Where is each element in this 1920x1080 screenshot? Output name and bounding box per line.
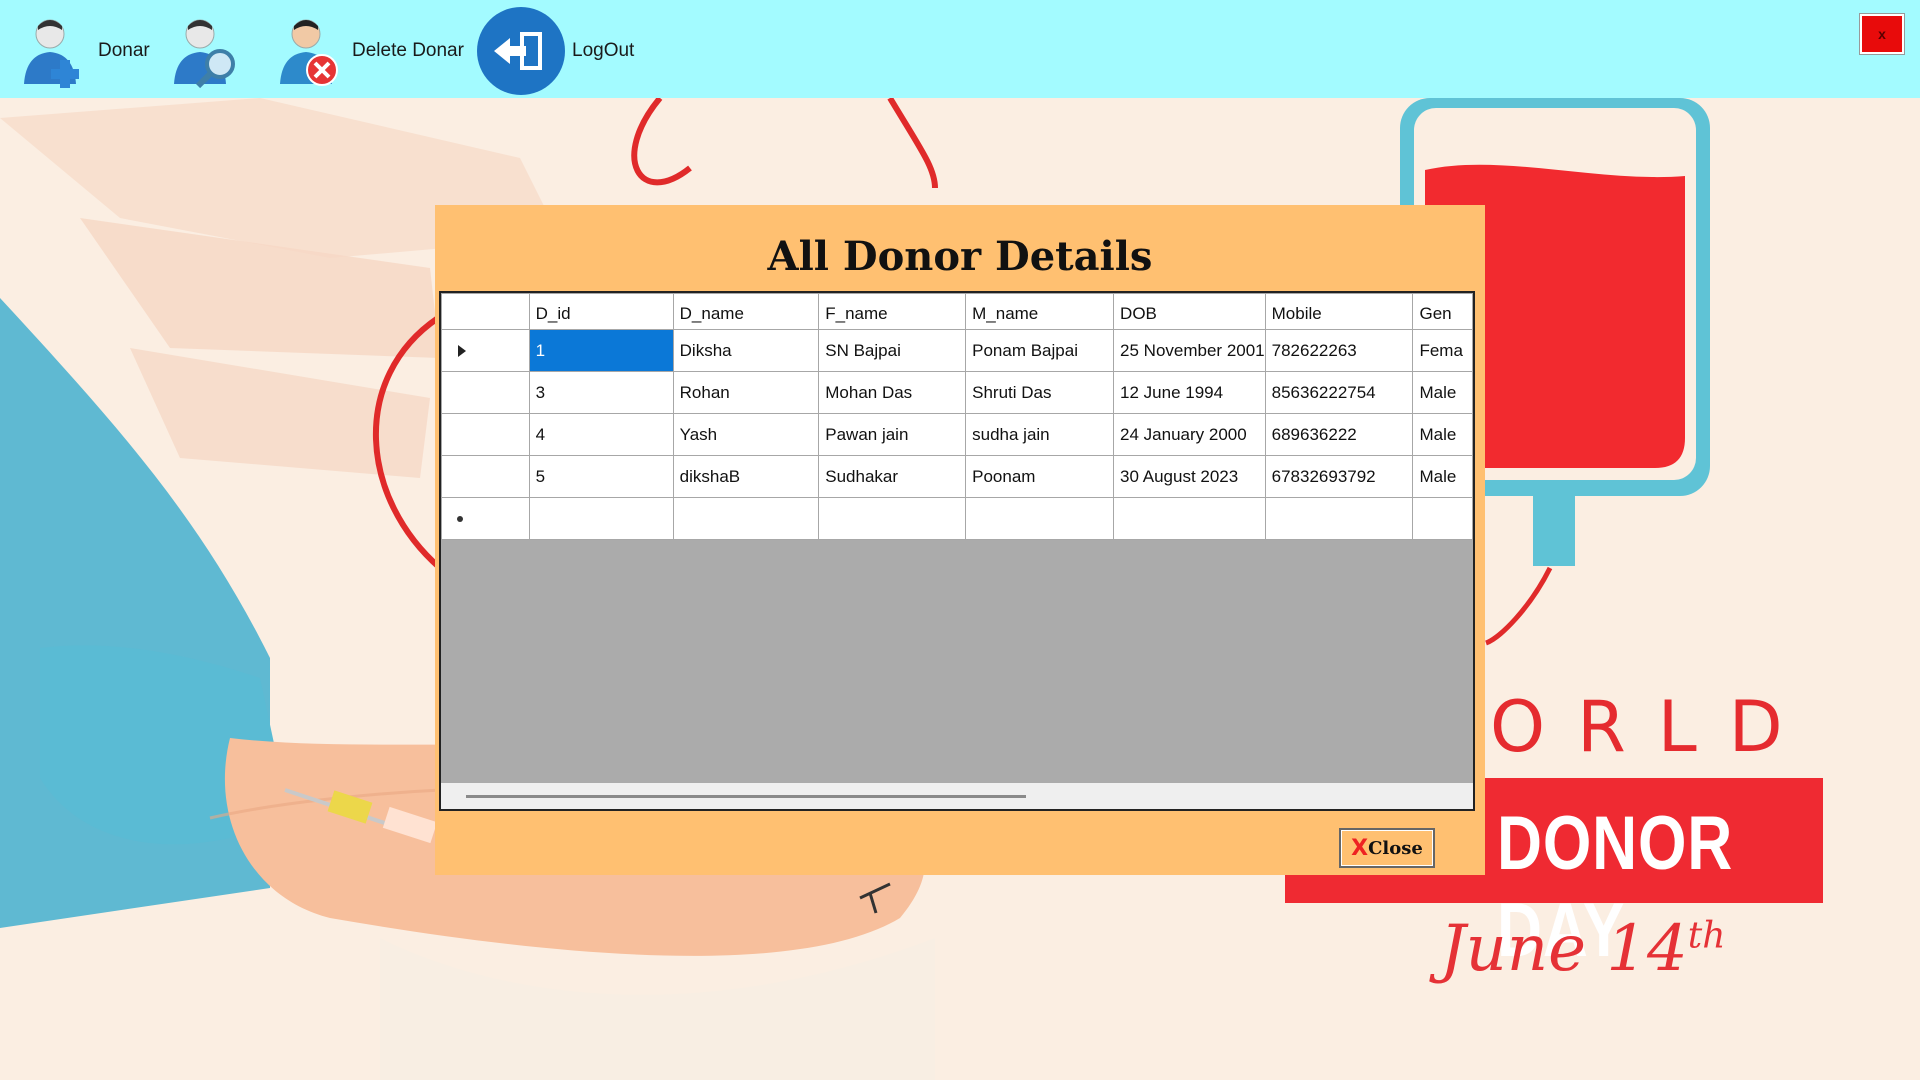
table-cell[interactable] (965, 497, 1115, 540)
poster-date: June 14th (1440, 912, 1725, 986)
poster-date-main: June 14 (1440, 912, 1688, 986)
top-toolbar: Donar Delete Donar LogOut x (0, 0, 1920, 98)
column-header[interactable]: Gen (1412, 293, 1473, 330)
table-cell[interactable]: dikshaB (672, 455, 820, 498)
table-row[interactable]: 3 Rohan Mohan Das Shruti Das 12 June 199… (441, 371, 1473, 414)
donor-details-dialog: All Donor Details D_id D_name F_name M_n… (435, 205, 1485, 875)
delete-donar-button[interactable]: Delete Donar (270, 12, 464, 90)
logout-label: LogOut (572, 40, 635, 61)
table-cell[interactable]: Poonam (965, 455, 1115, 498)
table-cell[interactable]: Ponam Bajpai (965, 329, 1115, 372)
new-row-indicator[interactable] (441, 497, 530, 540)
row-header[interactable] (441, 455, 530, 498)
table-cell[interactable] (1113, 497, 1266, 540)
table-cell[interactable]: 782622263 (1264, 329, 1414, 372)
row-pointer-icon (458, 344, 466, 357)
delete-donar-label: Delete Donar (352, 40, 464, 61)
row-header-corner (441, 293, 530, 330)
table-cell[interactable]: 5 (528, 455, 674, 498)
table-cell[interactable] (1412, 497, 1473, 540)
table-cell[interactable]: Sudhakar (818, 455, 967, 498)
table-cell[interactable]: Male (1412, 413, 1473, 456)
window-close-button[interactable]: x (1860, 14, 1904, 54)
table-cell[interactable] (672, 497, 820, 540)
search-user-icon (168, 12, 244, 90)
table-cell[interactable]: Rohan (672, 371, 820, 414)
table-header-row: D_id D_name F_name M_name DOB Mobile Gen (441, 293, 1473, 330)
donor-table: D_id D_name F_name M_name DOB Mobile Gen… (441, 293, 1473, 540)
column-header[interactable]: D_id (528, 293, 674, 330)
column-header[interactable]: Mobile (1264, 293, 1414, 330)
column-header[interactable]: F_name (818, 293, 967, 330)
table-cell[interactable]: Pawan jain (818, 413, 967, 456)
table-cell[interactable]: 85636222754 (1264, 371, 1414, 414)
column-header[interactable]: D_name (672, 293, 820, 330)
new-row[interactable] (441, 497, 1473, 540)
row-header[interactable] (441, 371, 530, 414)
table-cell[interactable] (818, 497, 967, 540)
dialog-title: All Donor Details (767, 233, 1153, 280)
table-row[interactable]: 1 Diksha SN Bajpai Ponam Bajpai 25 Novem… (441, 329, 1473, 372)
close-x-icon: X (1351, 835, 1369, 861)
close-button[interactable]: X Close (1339, 828, 1435, 868)
asterisk-icon (457, 515, 463, 522)
table-cell[interactable] (528, 497, 674, 540)
donor-data-grid[interactable]: D_id D_name F_name M_name DOB Mobile Gen… (439, 291, 1475, 811)
table-cell[interactable]: 689636222 (1264, 413, 1414, 456)
table-cell[interactable]: 12 June 1994 (1113, 371, 1266, 414)
poster-world-text: ORLD (1490, 686, 1815, 768)
table-cell[interactable]: Diksha (672, 329, 820, 372)
delete-user-icon (270, 12, 346, 90)
logout-icon (476, 7, 566, 95)
table-cell[interactable]: SN Bajpai (818, 329, 967, 372)
table-cell[interactable]: 24 January 2000 (1113, 413, 1266, 456)
poster-date-suffix: th (1687, 915, 1726, 957)
logout-button[interactable]: LogOut (476, 7, 635, 95)
search-donor-button[interactable] (168, 12, 244, 90)
table-cell[interactable]: Yash (672, 413, 820, 456)
column-header[interactable]: DOB (1113, 293, 1266, 330)
add-user-icon (16, 12, 92, 90)
horizontal-scrollbar[interactable] (441, 783, 1473, 809)
table-cell[interactable]: 1 (528, 329, 674, 372)
table-cell[interactable]: 67832693792 (1264, 455, 1414, 498)
table-row[interactable]: 5 dikshaB Sudhakar Poonam 30 August 2023… (441, 455, 1473, 498)
current-row-indicator[interactable] (441, 329, 530, 372)
table-cell[interactable]: Male (1412, 455, 1473, 498)
table-row[interactable]: 4 Yash Pawan jain sudha jain 24 January … (441, 413, 1473, 456)
table-cell[interactable]: Shruti Das (965, 371, 1115, 414)
table-cell[interactable]: sudha jain (965, 413, 1115, 456)
table-cell[interactable]: 3 (528, 371, 674, 414)
scrollbar-thumb[interactable] (466, 795, 1026, 798)
table-cell[interactable]: 25 November 2001 (1113, 329, 1266, 372)
table-cell[interactable]: 30 August 2023 (1113, 455, 1266, 498)
column-header[interactable]: M_name (965, 293, 1115, 330)
table-cell[interactable]: Male (1412, 371, 1473, 414)
table-cell[interactable] (1264, 497, 1414, 540)
donar-label: Donar (98, 40, 150, 61)
close-button-label: Close (1368, 837, 1423, 859)
row-header[interactable] (441, 413, 530, 456)
table-cell[interactable]: 4 (528, 413, 674, 456)
table-cell[interactable]: Mohan Das (818, 371, 967, 414)
table-cell[interactable]: Fema (1412, 329, 1473, 372)
donar-button[interactable]: Donar (16, 12, 150, 90)
